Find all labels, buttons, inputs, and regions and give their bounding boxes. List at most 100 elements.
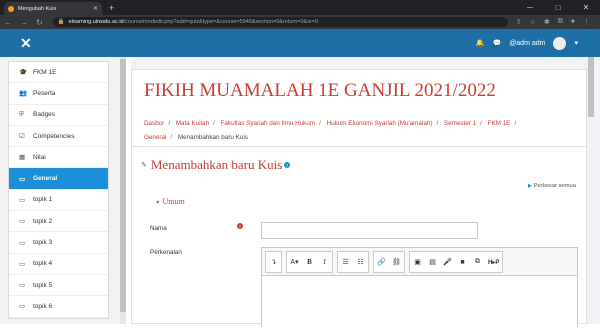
drawer-list: 🎓 FKM 1E 👥 Peserta ⛨ Badges ☑ Competencies ▦… [8,61,109,319]
editor-toolbar: ↴ A▾ B I ☰ ☷ 🔗 ⛓ ▣ ▤ 🎤 ■ ⧉ H▸P [265,251,507,273]
sidebar-item-label: FKM 1E [33,68,57,76]
star-icon[interactable]: ☆ [530,18,536,26]
sidebar-item-topik-2[interactable]: ▭ topik 2 [9,211,108,233]
toolbar-group: ▣ ▤ 🎤 ■ ⧉ H▸P [409,251,504,273]
sidebar-item-label: topik 5 [33,281,53,289]
browser-tab[interactable]: Mengubah Kuis ✕ [4,2,102,15]
puzzle-icon[interactable]: ⧉ [558,18,563,26]
sidebar-item-competencies[interactable]: ☑ Competencies [9,126,108,148]
breadcrumb-fakultas[interactable]: Fakultas Syariah dan Ilmu Hukum [221,120,316,127]
new-tab-icon[interactable]: + [109,3,114,13]
folder-icon: ▭ [19,239,26,247]
shield-icon: ⛨ [19,110,24,118]
media-icon[interactable]: ▤ [425,252,440,272]
numbered-list-icon[interactable]: ☷ [353,252,368,272]
browser-tab-title: Mengubah Kuis [18,5,57,12]
help-icon[interactable]: ? [284,162,291,168]
address-bar[interactable]: 🔒 elearning.uinsatu.ac.id /course/modedi… [52,17,508,27]
breadcrumb-semester[interactable]: Semester 1 [444,120,476,127]
sidebar-item-label: topik 4 [33,260,53,268]
sidebar-item-label: Peserta [33,89,56,97]
reload-icon[interactable]: ↻ [36,18,43,27]
sidebar-item-label: Badges [33,111,56,119]
breadcrumb-separator: / [170,134,173,141]
section-header-umum[interactable]: ▼ Umum [155,197,185,206]
breadcrumb-course[interactable]: FKM 1E [488,120,511,127]
sidebar-item-topik-3[interactable]: ▭ topik 3 [9,232,108,254]
page-title-row: ✎ Menambahkan baru Kuis ? [141,157,291,173]
sidebar-item-label: Nilai [33,153,46,161]
toolbar-group: A▾ B I [286,251,333,273]
caret-down-icon: ▼ [155,200,161,206]
main-scrollbar[interactable] [587,57,595,324]
sidebar-item-nilai[interactable]: ▦ Nilai [9,147,108,169]
h5p-icon[interactable]: H▸P [485,252,502,272]
edit-icon: ✎ [141,161,147,169]
image-icon[interactable]: ▣ [410,252,425,272]
avatar[interactable] [553,36,567,50]
menu-icon[interactable]: ⋮ [583,18,590,26]
breadcrumb-dasbor[interactable]: Dasbor [144,120,164,127]
name-field[interactable] [261,222,478,239]
user-name[interactable]: @adm adm [509,40,545,47]
notification-bell-icon[interactable]: 🔔 [476,39,485,47]
video-icon[interactable]: ■ [455,252,470,272]
folder-icon: ▭ [19,260,26,268]
sidebar-item-fkm1e[interactable]: 🎓 FKM 1E [9,62,108,84]
sidebar-item-general[interactable]: ▭ General [9,168,108,190]
italic-icon[interactable]: I [317,252,332,272]
sidebar-item-badges[interactable]: ⛨ Badges [9,105,108,126]
main-scrollbar-thumb[interactable] [588,57,594,117]
sidebar-item-label: topik 1 [33,196,53,204]
breadcrumb-separator: / [168,120,171,127]
bold-icon[interactable]: B [302,252,317,272]
breadcrumb-prodi[interactable]: Hukum Ekonomi Syariah (Mu'amalah) [327,120,433,127]
navbar-user-area: 🔔 💬 @adm adm ▾ [476,29,578,57]
sidebar-item-topik-6[interactable]: ▭ topik 6 [9,296,108,318]
bullet-list-icon[interactable]: ☰ [338,252,353,272]
intro-editor: ↴ A▾ B I ☰ ☷ 🔗 ⛓ ▣ ▤ 🎤 ■ ⧉ H▸P [261,247,578,328]
close-window-icon[interactable]: ✕ [572,0,600,15]
profile-icon[interactable]: ● [571,18,575,26]
page-title: Menambahkan baru Kuis [150,157,283,172]
breadcrumb-separator: / [514,120,517,127]
drawer-scrollbar-thumb[interactable] [120,59,126,312]
required-icon: ! [237,223,243,229]
lock-icon: 🔒 [57,19,65,25]
minimize-icon[interactable]: ─ [516,0,544,15]
breadcrumb-separator: / [319,120,321,127]
sidebar-item-topik-1[interactable]: ▭ topik 1 [9,190,108,212]
expand-all-link[interactable]: ▶ Perbesar semua [528,183,576,189]
toolbar-toggle-icon[interactable]: ↴ [266,252,281,272]
toolbar-group: ↴ [265,251,282,273]
drawer-scrollbar[interactable] [120,57,126,324]
folder-icon: ▭ [19,196,26,204]
forward-icon[interactable]: → [20,18,28,27]
sidebar-item-label: topik 3 [33,239,53,247]
back-icon[interactable]: ← [4,18,12,27]
breadcrumb-general[interactable]: General [144,134,166,141]
messages-icon[interactable]: 💬 [492,39,501,47]
font-style-icon[interactable]: A▾ [287,252,302,272]
unlink-icon[interactable]: ⛓ [389,252,404,272]
editor-content-area[interactable] [262,275,577,328]
close-tab-icon[interactable]: ✕ [93,5,98,12]
sidebar-item-label: Competencies [33,132,75,140]
user-menu-chevron-icon[interactable]: ▾ [574,39,578,47]
extension-icon[interactable]: ✱ [544,18,550,26]
toolbar-group: ☰ ☷ [337,251,369,273]
sidebar-item-topik-5[interactable]: ▭ topik 5 [9,275,108,297]
sidebar-item-label: General [33,175,58,183]
expand-all-label: Perbesar semua [533,183,576,189]
link-icon[interactable]: 🔗 [374,252,389,272]
close-drawer-icon[interactable]: ✕ [20,35,32,52]
sidebar-item-peserta[interactable]: 👥 Peserta [9,83,108,105]
microphone-icon[interactable]: 🎤 [440,252,455,272]
moodle-navbar: ✕ 🔔 💬 @adm adm ▾ [0,29,600,57]
breadcrumb-mata-kuliah[interactable]: Mata Kuliah [176,120,209,127]
sidebar-item-topik-4[interactable]: ▭ topik 4 [9,254,108,275]
folder-icon: ▭ [19,218,26,226]
maximize-icon[interactable]: □ [544,0,572,15]
manage-files-icon[interactable]: ⧉ [470,252,485,272]
share-icon[interactable]: ⇪ [516,18,522,26]
